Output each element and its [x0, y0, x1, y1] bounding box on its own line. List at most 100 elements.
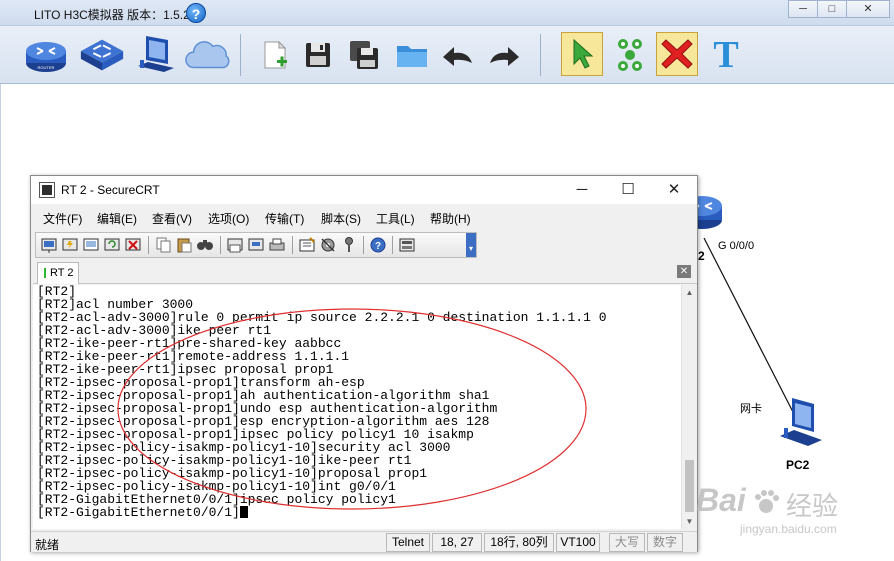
new-file-icon [264, 40, 287, 69]
switch-icon [80, 39, 124, 71]
connect-tab-icon[interactable] [82, 236, 100, 254]
securecrt-maximize-button[interactable]: ☐ [605, 176, 651, 204]
watermark-brand-tail: 经验 [786, 491, 839, 521]
status-text: 就绪 [35, 538, 60, 552]
text-icon: T [713, 34, 739, 76]
watermark-brand: Bai [696, 482, 746, 518]
menu-transfer[interactable]: 传输(T) [265, 210, 304, 227]
key-icon[interactable] [340, 236, 358, 254]
securecrt-statusbar: 就绪 Telnet 18, 27 18行, 80列 VT100 大写 数字 [31, 531, 697, 552]
delete-tool-button[interactable] [656, 32, 698, 76]
session-tab-rt2[interactable]: RT 2 [37, 262, 79, 284]
cloud-tool-button[interactable] [184, 30, 232, 80]
session-tab-label: RT 2 [50, 267, 74, 279]
menu-help[interactable]: 帮助(H) [430, 210, 471, 227]
select-tool-button[interactable] [561, 32, 603, 76]
undo-tool-button[interactable] [434, 30, 482, 80]
toolbar-separator [363, 236, 364, 254]
securecrt-tabbar: RT 2 ✕ [33, 260, 697, 284]
save-as-tool-button[interactable] [340, 30, 388, 80]
session-status-icon [44, 268, 46, 279]
save-icon [306, 43, 330, 67]
delete-icon [661, 39, 693, 69]
securecrt-close-button[interactable]: ✕ [651, 176, 697, 204]
help-icon[interactable]: ? [369, 236, 387, 254]
print-screen-icon[interactable] [226, 236, 244, 254]
print-icon[interactable] [268, 236, 286, 254]
router-tool-button[interactable]: ROUTER [22, 30, 70, 80]
annotation-ellipse [117, 308, 587, 510]
menu-file[interactable]: 文件(F) [43, 210, 82, 227]
simulator-title: LITO H3C模拟器 版本：1.5.2 [34, 8, 190, 22]
undo-icon [443, 47, 472, 66]
copy-icon[interactable] [154, 236, 172, 254]
status-emulation: VT100 [556, 533, 600, 552]
simulator-toolbar: ROUTER T [0, 26, 894, 84]
router-node-label: 2 [698, 249, 705, 263]
toolbar-separator [240, 34, 241, 76]
redo-icon [490, 47, 519, 66]
interface-label: G 0/0/0 [718, 240, 755, 252]
securecrt-menubar: 文件(F) 编辑(E) 查看(V) 选项(O) 传输(T) 脚本(S) 工具(L… [31, 206, 697, 228]
toolbar-separator [292, 236, 293, 254]
securecrt-toolbar: ? ▾ [35, 232, 477, 258]
pc-tool-button[interactable] [132, 30, 180, 80]
securecrt-window: RT 2 - SecureCRT ─ ☐ ✕ 文件(F) 编辑(E) 查看(V)… [30, 175, 698, 552]
terminal-output[interactable]: [RT2] [RT2]acl number 3000 [RT2-acl-adv-… [33, 285, 681, 529]
pointer-icon [573, 38, 594, 69]
status-caps-lock: 大写 [609, 533, 645, 552]
simulator-minimize-button[interactable]: ─ [788, 0, 818, 18]
connect-icon [618, 39, 642, 71]
scroll-up-icon[interactable]: ▲ [682, 285, 697, 300]
connect-tool-button[interactable] [606, 30, 654, 80]
pc-node-label: PC2 [786, 458, 810, 472]
securecrt-title: RT 2 - SecureCRT [61, 183, 160, 197]
nic-label: 网卡 [740, 403, 762, 415]
menu-options[interactable]: 选项(O) [208, 210, 249, 227]
help-icon[interactable]: ? [186, 3, 206, 23]
folder-icon [397, 46, 427, 67]
simulator-close-button[interactable]: ✕ [846, 0, 890, 18]
menu-edit[interactable]: 编辑(E) [97, 210, 137, 227]
quick-connect-icon[interactable] [61, 236, 79, 254]
svg-text:?: ? [375, 241, 381, 252]
paste-icon[interactable] [175, 236, 193, 254]
toolbar-separator [392, 236, 393, 254]
status-cursor-position: 18, 27 [432, 533, 482, 552]
reconnect-icon[interactable] [103, 236, 121, 254]
simulator-maximize-button[interactable]: □ [817, 0, 847, 18]
svg-text:ROUTER: ROUTER [38, 65, 55, 70]
menu-script[interactable]: 脚本(S) [321, 210, 361, 227]
toolbar-overflow-button[interactable]: ▾ [466, 233, 476, 257]
baidu-watermark: Bai 经验 jingyan.baidu.com [690, 482, 890, 546]
menu-tools[interactable]: 工具(L) [376, 210, 415, 227]
simulator-window-controls: ─ □ ✕ [788, 0, 890, 18]
securecrt-titlebar: RT 2 - SecureCRT ─ ☐ ✕ [31, 176, 697, 204]
securecrt-app-icon [39, 182, 55, 198]
new-file-tool-button[interactable] [250, 30, 298, 80]
session-options-icon[interactable] [298, 236, 316, 254]
find-icon[interactable] [196, 236, 214, 254]
save-as-icon [350, 41, 378, 69]
pc-node-icon[interactable] [776, 394, 826, 452]
disconnect-icon[interactable] [124, 236, 142, 254]
toolbar-separator [540, 34, 541, 76]
status-protocol: Telnet [386, 533, 430, 552]
menu-view[interactable]: 查看(V) [152, 210, 192, 227]
global-options-icon[interactable] [319, 236, 337, 254]
text-tool-button[interactable]: T [702, 30, 750, 80]
status-terminal-size: 18行, 80列 [484, 533, 554, 552]
switch-tool-button[interactable] [78, 30, 126, 80]
router-icon: ROUTER [26, 42, 66, 72]
securecrt-minimize-button[interactable]: ─ [559, 176, 605, 204]
save-tool-button[interactable] [294, 30, 342, 80]
close-tab-button[interactable]: ✕ [677, 265, 691, 278]
sftp-icon[interactable] [398, 236, 416, 254]
redo-tool-button[interactable] [480, 30, 528, 80]
status-num-lock: 数字 [647, 533, 683, 552]
open-folder-tool-button[interactable] [388, 30, 436, 80]
toolbar-separator [220, 236, 221, 254]
paw-icon [755, 490, 779, 513]
connect-icon[interactable] [40, 236, 58, 254]
print-selection-icon[interactable] [247, 236, 265, 254]
